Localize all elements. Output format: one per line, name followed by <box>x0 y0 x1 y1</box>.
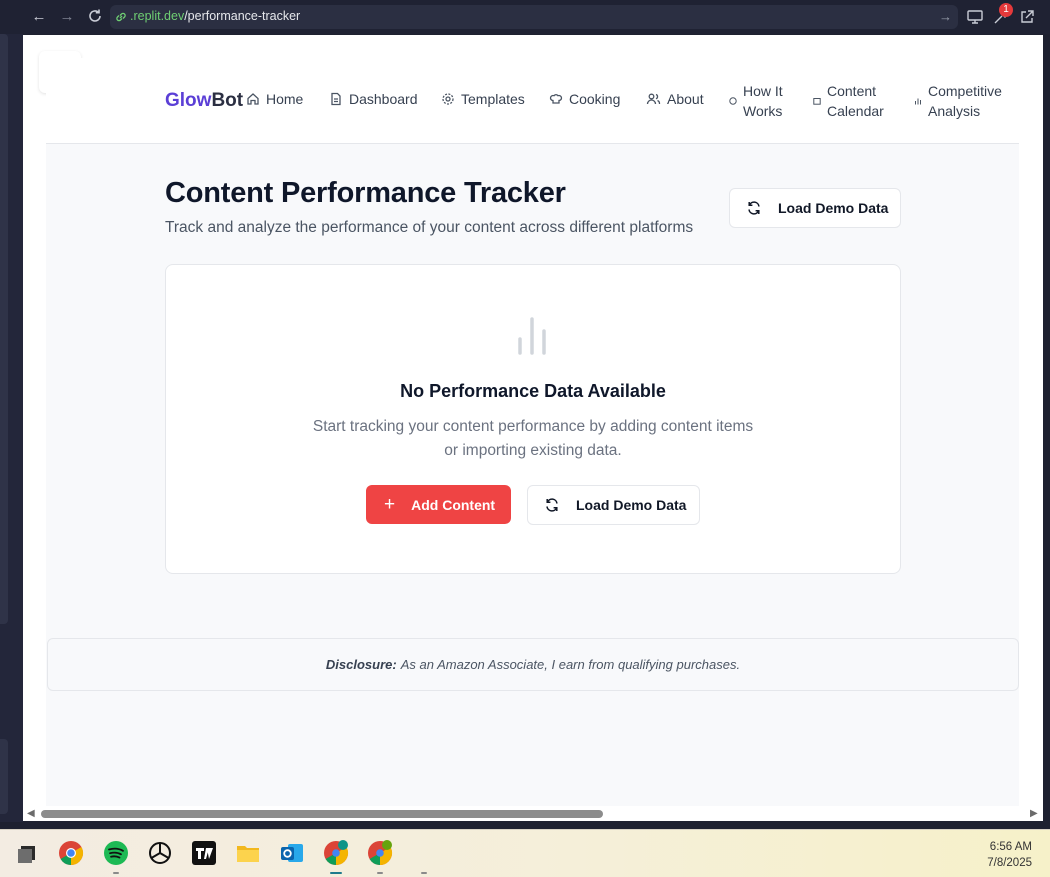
reload-icon[interactable] <box>86 8 104 26</box>
disclosure-text: As an Amazon Associate, I earn from qual… <box>400 657 741 672</box>
refresh-icon <box>748 201 760 215</box>
clock-time: 6:56 AM <box>989 841 1032 853</box>
outlook-icon[interactable] <box>279 840 305 866</box>
empty-state-card: No Performance Data Available Start trac… <box>165 264 901 574</box>
window-edge <box>1043 35 1050 821</box>
nav-item-content-calendar[interactable]: Content Calendar <box>813 81 884 121</box>
refresh-icon <box>546 498 558 512</box>
open-external-icon[interactable] <box>1018 8 1036 26</box>
affiliate-disclosure: Disclosure: As an Amazon Associate, I ea… <box>47 638 1019 691</box>
bar-chart-icon <box>518 317 546 355</box>
monitor-icon[interactable] <box>966 8 984 26</box>
nav-item-dashboard[interactable]: Dashboard <box>329 91 418 107</box>
nav-item-templates[interactable]: Templates <box>441 91 525 107</box>
horizontal-scrollbar[interactable]: ◀ ▶ <box>23 806 1043 821</box>
nav-item-label: Cooking <box>569 91 621 107</box>
page-subtitle: Track and analyze the performance of you… <box>165 219 694 236</box>
scroll-left-icon[interactable]: ◀ <box>27 808 35 819</box>
chrome-profile-icon[interactable] <box>323 840 349 866</box>
button-label: Add Content <box>411 496 496 513</box>
system-clock[interactable]: 6:56 AM 7/8/2025 <box>987 839 1032 871</box>
tradingview-icon[interactable] <box>191 840 217 866</box>
document-icon <box>331 92 341 106</box>
gear-icon <box>442 93 454 105</box>
url-text: .replit.dev/performance-tracker <box>130 9 301 23</box>
help-circle-icon <box>729 97 737 105</box>
page-title: Content Performance Tracker <box>165 177 566 209</box>
home-icon <box>247 93 259 105</box>
empty-state-description: Start tracking your content performance … <box>312 418 754 459</box>
nav-item-label: How It Works <box>743 83 783 119</box>
running-indicator <box>377 872 383 874</box>
side-panel-tab <box>0 34 8 624</box>
clock-date: 7/8/2025 <box>987 857 1032 869</box>
load-demo-data-button-secondary[interactable]: Load Demo Data <box>527 485 700 525</box>
nav-item-label: Templates <box>461 91 525 107</box>
chrome-icon[interactable] <box>58 840 84 866</box>
chatgpt-icon[interactable] <box>147 840 173 866</box>
nav-item-label: Competitive Analysis <box>928 83 1002 119</box>
active-indicator <box>330 872 342 874</box>
scrollbar-thumb[interactable] <box>41 810 603 818</box>
nav-item-cooking[interactable]: Cooking <box>549 91 620 107</box>
add-content-button[interactable]: + Add Content <box>366 485 511 524</box>
browser-toolbar: ← → .replit.dev/performance-tracker → 1 <box>0 0 1050 34</box>
nav-item-label: Content Calendar <box>827 83 884 119</box>
arrow-right-icon[interactable]: → <box>939 9 952 24</box>
calendar-icon <box>813 98 821 105</box>
bar-chart-icon <box>915 98 921 105</box>
nav-item-label: About <box>667 91 704 107</box>
taskbar: 6:56 AM 7/8/2025 <box>0 829 1050 877</box>
plus-icon: + <box>384 494 396 515</box>
empty-state-title: No Performance Data Available <box>400 381 666 401</box>
side-panel-strip <box>0 34 23 822</box>
nav-item-about[interactable]: About <box>646 91 704 107</box>
users-icon <box>646 93 661 105</box>
address-bar[interactable]: .replit.dev/performance-tracker → <box>110 5 958 29</box>
side-panel-tab <box>0 739 8 814</box>
page-viewport: GlowBot Home Dashboard Templates Cooking… <box>23 35 1043 821</box>
notification-badge: 1 <box>999 3 1013 17</box>
nav-item-label: Home <box>266 91 304 107</box>
spotify-icon[interactable] <box>103 840 129 866</box>
disclosure-label: Disclosure: <box>325 657 397 672</box>
chrome-profile-icon[interactable] <box>367 840 393 866</box>
back-icon[interactable]: ← <box>30 8 48 26</box>
glowbot-logo[interactable]: GlowBot <box>165 90 243 112</box>
file-explorer-icon[interactable] <box>235 840 261 866</box>
top-navigation: GlowBot Home Dashboard Templates Cooking… <box>46 58 1019 144</box>
button-label: Load Demo Data <box>778 200 889 216</box>
running-indicator <box>113 872 119 874</box>
running-indicator <box>421 872 427 874</box>
nav-item-competitive-analysis[interactable]: Competitive Analysis <box>914 81 1002 121</box>
link-icon <box>116 12 126 22</box>
load-demo-data-button[interactable]: Load Demo Data <box>729 188 901 228</box>
scroll-right-icon[interactable]: ▶ <box>1030 808 1038 819</box>
nav-item-home[interactable]: Home <box>246 91 303 107</box>
chef-hat-icon <box>549 94 563 104</box>
nav-item-label: Dashboard <box>349 91 418 107</box>
button-label: Load Demo Data <box>576 497 687 513</box>
nav-item-how-it-works[interactable]: How It Works <box>729 81 783 121</box>
task-view-icon[interactable] <box>14 840 40 866</box>
forward-icon[interactable]: → <box>58 8 76 26</box>
